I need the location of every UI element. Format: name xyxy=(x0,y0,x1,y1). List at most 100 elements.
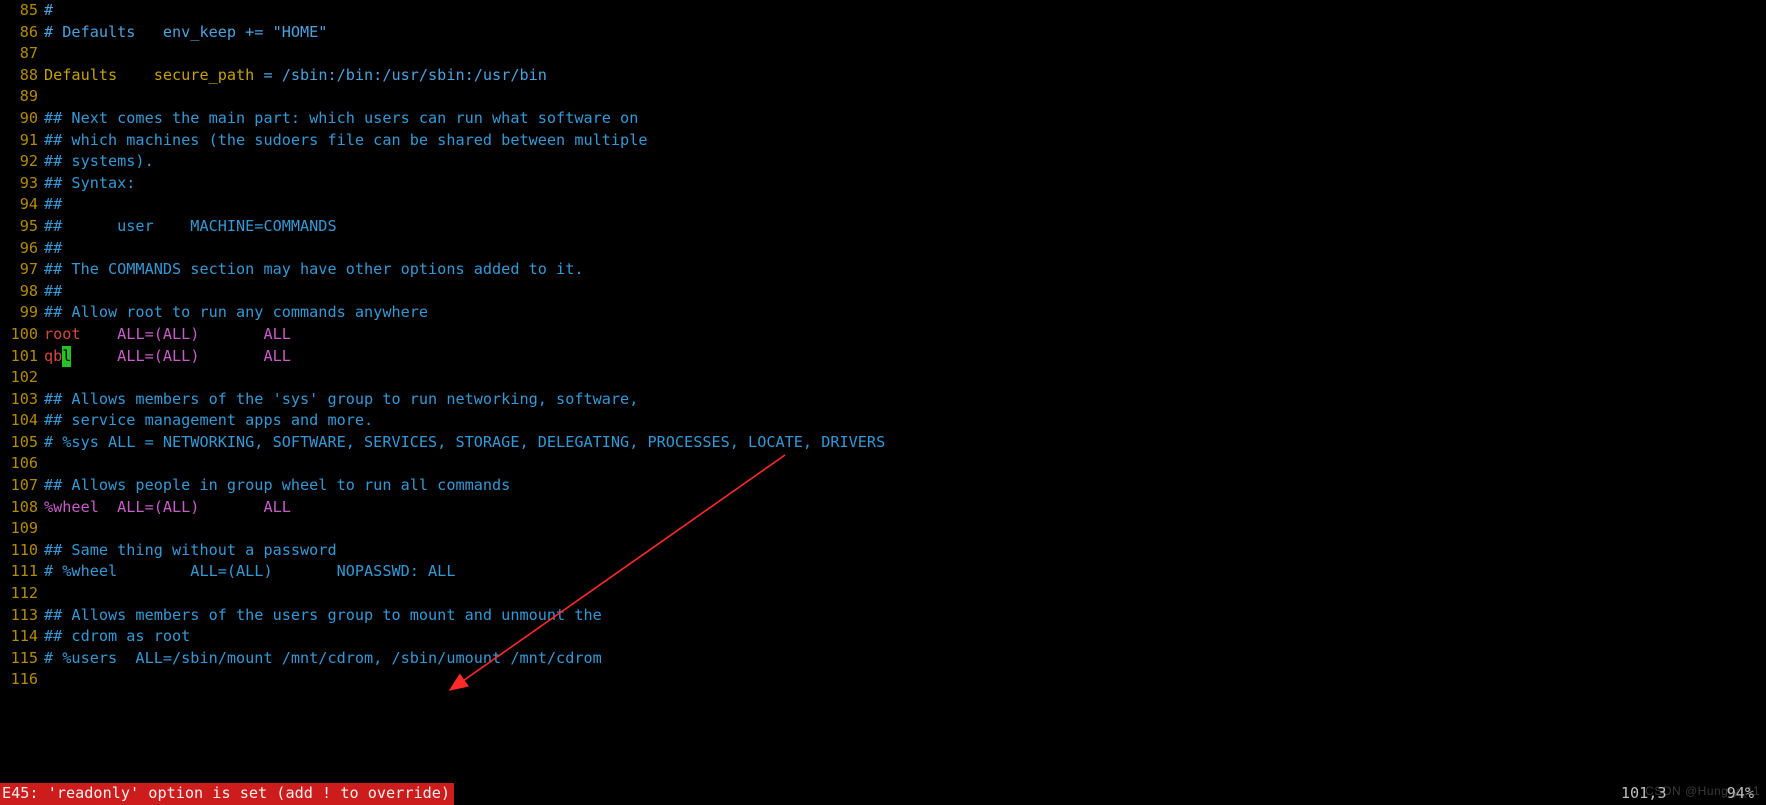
line-number: 85 xyxy=(4,0,44,22)
watermark: CSDN @Hungry_11 xyxy=(1645,781,1760,803)
line-content[interactable]: # %wheel ALL=(ALL) NOPASSWD: ALL xyxy=(44,561,1766,583)
line-content[interactable]: # %users ALL=/sbin/mount /mnt/cdrom, /sb… xyxy=(44,648,1766,670)
line-content[interactable]: # Defaults env_keep += "HOME" xyxy=(44,22,1766,44)
line-content[interactable]: ## Allows members of the users group to … xyxy=(44,605,1766,627)
editor-viewport[interactable]: 85#86# Defaults env_keep += "HOME"8788De… xyxy=(0,0,1766,805)
line-content[interactable]: ## Next comes the main part: which users… xyxy=(44,108,1766,130)
code-line[interactable]: 111# %wheel ALL=(ALL) NOPASSWD: ALL xyxy=(4,561,1766,583)
line-number: 95 xyxy=(4,216,44,238)
line-number: 105 xyxy=(4,432,44,454)
code-line[interactable]: 93## Syntax: xyxy=(4,173,1766,195)
line-number: 102 xyxy=(4,367,44,389)
line-content[interactable]: root ALL=(ALL) ALL xyxy=(44,324,1766,346)
line-number: 91 xyxy=(4,130,44,152)
line-content[interactable]: # xyxy=(44,0,1766,22)
code-line[interactable]: 97## The COMMANDS section may have other… xyxy=(4,259,1766,281)
code-line[interactable]: 102 xyxy=(4,367,1766,389)
line-number: 93 xyxy=(4,173,44,195)
code-line[interactable]: 100root ALL=(ALL) ALL xyxy=(4,324,1766,346)
code-segment: # %users ALL=/sbin/mount /mnt/cdrom, /sb… xyxy=(44,649,602,667)
line-content[interactable]: ## Allow root to run any commands anywhe… xyxy=(44,302,1766,324)
line-number: 107 xyxy=(4,475,44,497)
code-segment: # xyxy=(44,1,53,19)
code-segment: = /sbin:/bin:/usr/sbin:/usr/bin xyxy=(263,66,546,84)
line-content[interactable]: ## xyxy=(44,238,1766,260)
code-line[interactable]: 113## Allows members of the users group … xyxy=(4,605,1766,627)
code-line[interactable]: 85# xyxy=(4,0,1766,22)
code-line[interactable]: 109 xyxy=(4,518,1766,540)
code-line[interactable]: 104## service management apps and more. xyxy=(4,410,1766,432)
line-content[interactable]: ## Allows people in group wheel to run a… xyxy=(44,475,1766,497)
line-number: 99 xyxy=(4,302,44,324)
code-segment: # %sys ALL = NETWORKING, SOFTWARE, SERVI… xyxy=(44,433,885,451)
code-segment: # %wheel ALL=(ALL) NOPASSWD: ALL xyxy=(44,562,455,580)
code-line[interactable]: 105# %sys ALL = NETWORKING, SOFTWARE, SE… xyxy=(4,432,1766,454)
line-content[interactable]: ## which machines (the sudoers file can … xyxy=(44,130,1766,152)
line-content[interactable]: ## Syntax: xyxy=(44,173,1766,195)
code-segment: ## Allow root to run any commands anywhe… xyxy=(44,303,428,321)
code-line[interactable]: 112 xyxy=(4,583,1766,605)
line-number: 90 xyxy=(4,108,44,130)
line-content[interactable]: ## cdrom as root xyxy=(44,626,1766,648)
line-number: 114 xyxy=(4,626,44,648)
code-line[interactable]: 108%wheel ALL=(ALL) ALL xyxy=(4,497,1766,519)
line-content[interactable]: ## systems). xyxy=(44,151,1766,173)
code-line[interactable]: 98## xyxy=(4,281,1766,303)
code-line[interactable]: 103## Allows members of the 'sys' group … xyxy=(4,389,1766,411)
line-number: 92 xyxy=(4,151,44,173)
line-content[interactable]: ## user MACHINE=COMMANDS xyxy=(44,216,1766,238)
line-number: 106 xyxy=(4,453,44,475)
code-line[interactable]: 110## Same thing without a password xyxy=(4,540,1766,562)
code-line[interactable]: 88Defaults secure_path = /sbin:/bin:/usr… xyxy=(4,65,1766,87)
code-segment: ## xyxy=(44,239,62,257)
code-line[interactable]: 115# %users ALL=/sbin/mount /mnt/cdrom, … xyxy=(4,648,1766,670)
code-line[interactable]: 89 xyxy=(4,86,1766,108)
code-segment: ## service management apps and more. xyxy=(44,411,373,429)
line-number: 115 xyxy=(4,648,44,670)
code-line[interactable]: 86# Defaults env_keep += "HOME" xyxy=(4,22,1766,44)
code-line[interactable]: 91## which machines (the sudoers file ca… xyxy=(4,130,1766,152)
code-segment: ## Allows members of the users group to … xyxy=(44,606,602,624)
code-line[interactable]: 114## cdrom as root xyxy=(4,626,1766,648)
line-number: 113 xyxy=(4,605,44,627)
code-segment: root xyxy=(44,325,81,343)
line-number: 94 xyxy=(4,194,44,216)
code-line[interactable]: 107## Allows people in group wheel to ru… xyxy=(4,475,1766,497)
line-content[interactable]: # %sys ALL = NETWORKING, SOFTWARE, SERVI… xyxy=(44,432,1766,454)
status-bar: E45: 'readonly' option is set (add ! to … xyxy=(0,783,1766,805)
line-content[interactable]: Defaults secure_path = /sbin:/bin:/usr/s… xyxy=(44,65,1766,87)
line-number: 86 xyxy=(4,22,44,44)
code-line[interactable]: 96## xyxy=(4,238,1766,260)
error-message: E45: 'readonly' option is set (add ! to … xyxy=(0,783,454,805)
code-segment: ## The COMMANDS section may have other o… xyxy=(44,260,583,278)
code-segment: %wheel ALL=(ALL) ALL xyxy=(44,498,291,516)
code-segment: ## which machines (the sudoers file can … xyxy=(44,131,647,149)
code-line[interactable]: 90## Next comes the main part: which use… xyxy=(4,108,1766,130)
code-line[interactable]: 116 xyxy=(4,669,1766,691)
line-content[interactable]: qbl ALL=(ALL) ALL xyxy=(44,346,1766,368)
code-line[interactable]: 92## systems). xyxy=(4,151,1766,173)
line-number: 87 xyxy=(4,43,44,65)
line-content[interactable]: ## The COMMANDS section may have other o… xyxy=(44,259,1766,281)
code-segment: ## user MACHINE=COMMANDS xyxy=(44,217,337,235)
line-number: 100 xyxy=(4,324,44,346)
code-line[interactable]: 87 xyxy=(4,43,1766,65)
code-segment: ## Allows members of the 'sys' group to … xyxy=(44,390,638,408)
line-number: 103 xyxy=(4,389,44,411)
code-line[interactable]: 101qbl ALL=(ALL) ALL xyxy=(4,346,1766,368)
code-line[interactable]: 95## user MACHINE=COMMANDS xyxy=(4,216,1766,238)
line-content[interactable]: %wheel ALL=(ALL) ALL xyxy=(44,497,1766,519)
line-content[interactable]: ## Same thing without a password xyxy=(44,540,1766,562)
code-segment: ## Allows people in group wheel to run a… xyxy=(44,476,510,494)
line-number: 96 xyxy=(4,238,44,260)
line-content[interactable]: ## Allows members of the 'sys' group to … xyxy=(44,389,1766,411)
code-line[interactable]: 94## xyxy=(4,194,1766,216)
line-number: 98 xyxy=(4,281,44,303)
code-line[interactable]: 99## Allow root to run any commands anyw… xyxy=(4,302,1766,324)
line-content[interactable]: ## xyxy=(44,194,1766,216)
line-content[interactable]: ## xyxy=(44,281,1766,303)
code-segment: # Defaults env_keep += "HOME" xyxy=(44,23,327,41)
code-line[interactable]: 106 xyxy=(4,453,1766,475)
code-segment: ## systems). xyxy=(44,152,154,170)
line-content[interactable]: ## service management apps and more. xyxy=(44,410,1766,432)
